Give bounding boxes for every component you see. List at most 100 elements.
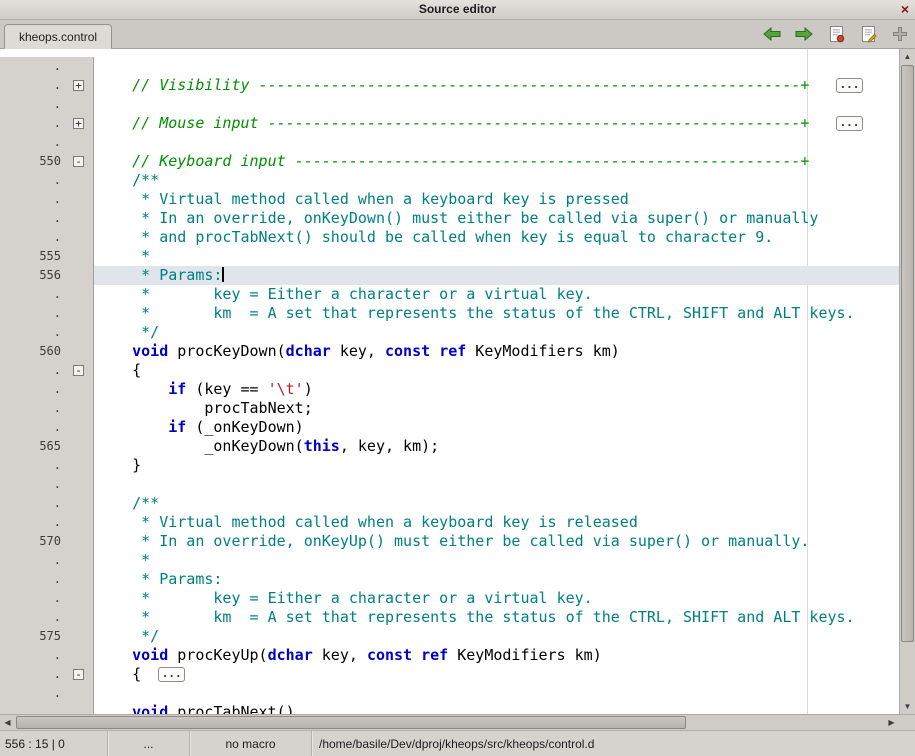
scroll-right-arrow-icon[interactable]: ▶: [884, 715, 899, 730]
horizontal-scrollbar[interactable]: ◀ ▶: [0, 714, 899, 730]
source-editor-window: Source editor × kheops.control: [0, 0, 915, 756]
code-text: /**: [94, 494, 899, 513]
line-number: 556: [0, 266, 64, 285]
fold-gutter: [64, 551, 94, 570]
code-line[interactable]: . * and procTabNext() should be called w…: [0, 228, 899, 247]
fold-expand-icon[interactable]: +: [73, 80, 84, 91]
fold-gutter: -: [64, 361, 94, 380]
line-number: .: [0, 133, 64, 152]
code-line[interactable]: . * key = Either a character or a virtua…: [0, 589, 899, 608]
scroll-down-arrow-icon[interactable]: ▼: [900, 699, 915, 714]
code-line[interactable]: 560 void procKeyDown(dchar key, const re…: [0, 342, 899, 361]
code-line[interactable]: . * km = A set that represents the statu…: [0, 608, 899, 627]
code-text: *: [94, 551, 899, 570]
status-dots-cell: ...: [108, 731, 190, 756]
fold-gutter: [64, 133, 94, 152]
code-line[interactable]: . */: [0, 323, 899, 342]
code-line[interactable]: . *: [0, 551, 899, 570]
horizontal-scroll-thumb[interactable]: [16, 716, 686, 729]
fold-expand-icon[interactable]: +: [73, 118, 84, 129]
code-text: [94, 684, 899, 703]
code-text: void procTabNext(): [94, 703, 899, 714]
folded-region-ellipsis[interactable]: ...: [836, 116, 863, 131]
code-line[interactable]: . procTabNext;: [0, 399, 899, 418]
save-as-icon[interactable]: [858, 24, 878, 44]
go-forward-icon[interactable]: [794, 24, 814, 44]
code-line[interactable]: .: [0, 133, 899, 152]
code-line[interactable]: .+ // Mouse input ----------------------…: [0, 114, 899, 133]
editor-viewport[interactable]: ..+ // Visibility ----------------------…: [0, 49, 915, 714]
line-number: .: [0, 285, 64, 304]
code-line[interactable]: . void procKeyUp(dchar key, const ref Ke…: [0, 646, 899, 665]
code-text: * km = A set that represents the status …: [94, 608, 899, 627]
code-text: * In an override, onKeyUp() must either …: [94, 532, 899, 551]
line-number: .: [0, 456, 64, 475]
code-text: void procKeyUp(dchar key, const ref KeyM…: [94, 646, 899, 665]
fold-gutter: [64, 247, 94, 266]
vertical-scrollbar[interactable]: ▲ ▼: [899, 49, 915, 714]
code-line[interactable]: . void procTabNext(): [0, 703, 899, 714]
code-line[interactable]: . /**: [0, 171, 899, 190]
scroll-up-arrow-icon[interactable]: ▲: [900, 49, 915, 64]
fold-gutter: [64, 304, 94, 323]
fold-gutter: [64, 494, 94, 513]
close-window-button[interactable]: ×: [901, 1, 909, 18]
text-caret: [222, 267, 224, 282]
code-line[interactable]: . * In an override, onKeyDown() must eit…: [0, 209, 899, 228]
code-line[interactable]: 556 * Params:: [0, 266, 899, 285]
code-line[interactable]: .+ // Visibility -----------------------…: [0, 76, 899, 95]
tab-label: kheops.control: [19, 30, 97, 44]
code-line[interactable]: 575 */: [0, 627, 899, 646]
fold-gutter: +: [64, 76, 94, 95]
code-line[interactable]: .: [0, 95, 899, 114]
code-text: * Params:: [94, 266, 899, 285]
line-number: .: [0, 608, 64, 627]
code-text: */: [94, 627, 899, 646]
fold-gutter: [64, 456, 94, 475]
code-line[interactable]: .: [0, 475, 899, 494]
line-number: 575: [0, 627, 64, 646]
detach-editor-icon[interactable]: [890, 24, 910, 44]
code-line[interactable]: .- {: [0, 361, 899, 380]
code-line[interactable]: 555 *: [0, 247, 899, 266]
vertical-scroll-thumb[interactable]: [901, 65, 914, 642]
tab-kheops-control[interactable]: kheops.control: [4, 24, 112, 49]
fold-gutter: [64, 418, 94, 437]
code-line[interactable]: 570 * In an override, onKeyUp() must eit…: [0, 532, 899, 551]
scroll-left-arrow-icon[interactable]: ◀: [0, 715, 15, 730]
code-line[interactable]: . /**: [0, 494, 899, 513]
fold-gutter: [64, 95, 94, 114]
code-line[interactable]: . if (_onKeyDown): [0, 418, 899, 437]
code-line[interactable]: . * Params:: [0, 570, 899, 589]
fold-gutter: [64, 399, 94, 418]
code-text: *: [94, 247, 899, 266]
code-line[interactable]: .: [0, 57, 899, 76]
code-line[interactable]: 565 _onKeyDown(this, key, km);: [0, 437, 899, 456]
code-text: procTabNext;: [94, 399, 899, 418]
folded-region-ellipsis[interactable]: ...: [836, 78, 863, 93]
fold-gutter: [64, 589, 94, 608]
folded-region-ellipsis[interactable]: ...: [158, 667, 185, 682]
status-bar: 556 : 15 | 0 ... no macro /home/basile/D…: [0, 730, 915, 756]
fold-gutter: [64, 684, 94, 703]
code-line[interactable]: . * key = Either a character or a virtua…: [0, 285, 899, 304]
code-line[interactable]: 550- // Keyboard input -----------------…: [0, 152, 899, 171]
fold-collapse-icon[interactable]: -: [73, 669, 84, 680]
go-back-icon[interactable]: [762, 24, 782, 44]
line-number: .: [0, 228, 64, 247]
fold-gutter: +: [64, 114, 94, 133]
tab-bar: kheops.control: [0, 20, 915, 49]
code-line[interactable]: .- {...: [0, 665, 899, 684]
fold-collapse-icon[interactable]: -: [73, 365, 84, 376]
code-line[interactable]: . * Virtual method called when a keyboar…: [0, 513, 899, 532]
fold-collapse-icon[interactable]: -: [73, 156, 84, 167]
code-text: void procKeyDown(dchar key, const ref Ke…: [94, 342, 899, 361]
save-icon[interactable]: [826, 24, 846, 44]
code-line[interactable]: . * km = A set that represents the statu…: [0, 304, 899, 323]
code-line[interactable]: . }: [0, 456, 899, 475]
scrollbar-corner: [899, 714, 915, 730]
code-text: {...: [94, 665, 899, 684]
code-line[interactable]: . * Virtual method called when a keyboar…: [0, 190, 899, 209]
code-line[interactable]: .: [0, 684, 899, 703]
code-line[interactable]: . if (key == '\t'): [0, 380, 899, 399]
